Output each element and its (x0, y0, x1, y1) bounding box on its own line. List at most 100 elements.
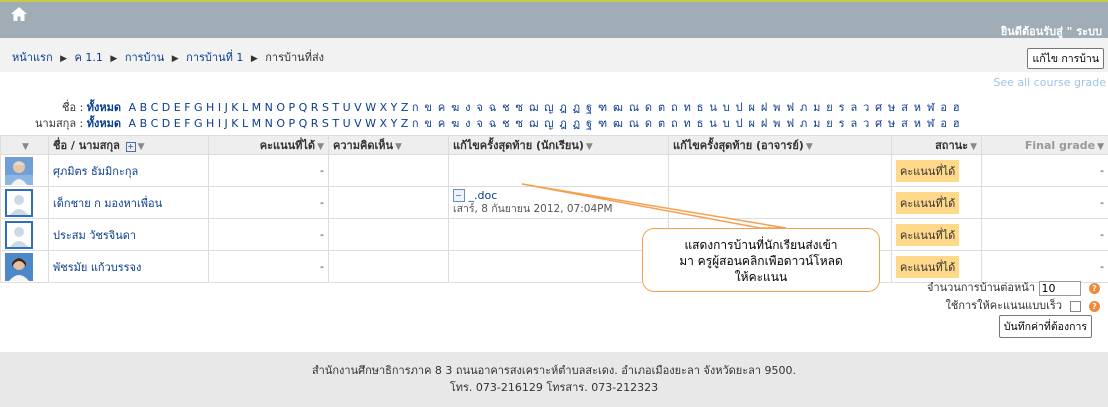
score-cell: - (208, 154, 329, 187)
final-grade-cell: - (981, 218, 1108, 251)
quick-grading-checkbox[interactable] (1069, 300, 1081, 312)
header-final-grade-label: Final grade (1024, 138, 1096, 152)
breadcrumb-current: การบ้านที่ส่ง (265, 51, 325, 64)
see-all-grades-link[interactable]: See all course grade (993, 76, 1106, 89)
first-name-thai-letters[interactable]: ก ข ค ฆ ง จ ฉ ช ซ ฌ ญ ฎ ฏ ฐ ฑ ฒ ณ ด ต ถ … (412, 101, 961, 114)
document-icon (453, 189, 465, 203)
student-modified-cell (448, 250, 669, 283)
avatar-cell (0, 186, 49, 219)
avatar[interactable] (5, 252, 33, 281)
teacher-modified-cell (668, 154, 892, 187)
home-icon[interactable] (10, 6, 28, 22)
last-name-latin-letters[interactable]: A B C D E F G H I J K L M N O P Q R S T … (129, 117, 409, 130)
grade-button[interactable]: คะแนนที่ได้ (896, 223, 960, 246)
table-row: ศุภมิตร ธัมมิกะกุล - คะแนนที่ได้ - (0, 154, 1108, 187)
footer: สำนักงานศึกษาธิการภาค 8 3 ถนนอาคารสงเครา… (0, 352, 1108, 407)
breadcrumb-separator: ▶ (250, 54, 258, 64)
header-student-modified[interactable]: แก้ไขครั้งสุดท้าย (นักเรียน) ▼ (448, 135, 669, 155)
help-icon[interactable]: ? (1089, 282, 1100, 294)
quick-grading-label: ใช้การให้คะแนนแบบเร็ว (945, 299, 1063, 312)
sort-arrow-icon: ▼ (970, 142, 977, 152)
quick-grading-option: ใช้การให้คะแนนแบบเร็ว ? (945, 296, 1100, 314)
header-status-label: สถานะ (935, 139, 969, 152)
save-preferences-button[interactable]: บันทึกค่าที่ต้องการ (998, 315, 1092, 338)
avatar[interactable] (5, 188, 33, 217)
avatar[interactable] (5, 220, 33, 249)
grade-button[interactable]: คะแนนที่ได้ (896, 159, 960, 182)
header-teacher-modified-label: แก้ไขครั้งสุดท้าย (อาจารย์) (673, 139, 804, 152)
breadcrumb-assignments[interactable]: การบ้าน (125, 51, 164, 64)
table-row: ประสม วัชรจินดา - คะแนนที่ได้ - (0, 218, 1108, 251)
table-row: เด็กชาย ก มองหาเพื่อน - _.doc เสาร์, 8 ก… (0, 186, 1108, 219)
breadcrumb-separator: ▶ (60, 54, 68, 64)
submissions-table: ▼ ชื่อ / นามสกุล + ▼ คะแนนที่ได้ ▼ ความคิด… (0, 135, 1108, 283)
header-score-label: คะแนนที่ได้ (259, 139, 316, 152)
sort-arrow-icon: ▼ (805, 142, 813, 152)
grade-button[interactable]: คะแนนที่ได้ (896, 191, 960, 214)
header-picture[interactable]: ▼ (0, 135, 49, 155)
sort-arrow-icon: ▼ (395, 142, 402, 152)
teacher-modified-cell (668, 186, 892, 219)
status-cell: คะแนนที่ได้ (891, 186, 982, 219)
breadcrumb: หน้าแรก ▶ ค 1.1 ▶ การบ้าน ▶ การบ้านที่ 1… (12, 48, 324, 66)
grade-button[interactable]: คะแนนที่ได้ (896, 255, 960, 278)
submitted-date: เสาร์, 8 กันยายน 2012, 07:04PM (453, 203, 613, 216)
breadcrumb-course[interactable]: ค 1.1 (75, 51, 103, 64)
header-comment[interactable]: ความคิดเห็น ▼ (328, 135, 449, 155)
avatar[interactable] (5, 156, 33, 185)
student-name-cell: พัชรมัย แก้วบรรจง (48, 250, 209, 283)
breadcrumb-assignment-1[interactable]: การบ้านที่ 1 (186, 51, 243, 64)
status-cell: คะแนนที่ได้ (891, 154, 982, 187)
score-cell: - (208, 186, 329, 219)
breadcrumb-separator: ▶ (171, 54, 179, 64)
first-name-all-link[interactable]: ทั้งหมด (87, 101, 121, 114)
per-page-input[interactable] (1038, 280, 1081, 296)
avatar-cell (0, 154, 49, 187)
student-name-link[interactable]: ประสม วัชรจินดา (53, 229, 136, 242)
breadcrumb-bar: หน้าแรก ▶ ค 1.1 ▶ การบ้าน ▶ การบ้านที่ 1… (0, 38, 1108, 72)
student-name-link[interactable]: พัชรมัย แก้วบรรจง (53, 261, 141, 274)
sort-arrow-icon: ▼ (137, 142, 145, 152)
header-score[interactable]: คะแนนที่ได้ ▼ (208, 135, 329, 155)
comment-cell (328, 250, 449, 283)
help-icon[interactable]: ? (1089, 300, 1100, 312)
header-name[interactable]: ชื่อ / นามสกุล + ▼ (48, 135, 209, 155)
table-header-row: ▼ ชื่อ / นามสกุล + ▼ คะแนนที่ได้ ▼ ความคิด… (0, 135, 1108, 155)
first-name-latin-letters[interactable]: A B C D E F G H I J K L M N O P Q R S T … (129, 101, 409, 114)
student-name-cell: เด็กชาย ก มองหาเพื่อน (48, 186, 209, 219)
last-name-all-link[interactable]: ทั้งหมด (87, 117, 121, 130)
submitted-file-link[interactable]: _.doc (469, 189, 498, 202)
breadcrumb-home[interactable]: หน้าแรก (12, 51, 53, 64)
score-cell: - (208, 250, 329, 283)
student-name-cell: ศุภมิตร ธัมมิกะกุล (48, 154, 209, 187)
sort-arrow-icon: ▼ (317, 142, 324, 152)
callout-line: ให้คะแนน (734, 270, 788, 284)
avatar-cell (0, 218, 49, 251)
header-status[interactable]: สถานะ ▼ (891, 135, 982, 155)
student-modified-cell (448, 218, 669, 251)
top-bar: ยินดีต้อนรับสู่ " ระบบ (0, 0, 1108, 38)
last-name-thai-letters[interactable]: ก ข ค ฆ ง จ ฉ ช ซ ฌ ญ ฎ ฏ ฐ ฑ ฒ ณ ด ต ถ … (412, 117, 961, 130)
student-name-link[interactable]: ศุภมิตร ธัมมิกะกุล (53, 165, 138, 178)
footer-address: สำนักงานศึกษาธิการภาค 8 3 ถนนอาคารสงเครา… (311, 364, 797, 377)
expand-icon[interactable]: + (125, 142, 136, 152)
header-final-grade[interactable]: Final grade ▼ (981, 135, 1108, 155)
student-name-cell: ประสม วัชรจินดา (48, 218, 209, 251)
final-grade-cell: - (981, 154, 1108, 187)
header-student-modified-label: แก้ไขครั้งสุดท้าย (นักเรียน) (453, 139, 584, 152)
final-grade-cell: - (981, 186, 1108, 219)
student-name-link[interactable]: เด็กชาย ก มองหาเพื่อน (53, 197, 162, 210)
header-teacher-modified[interactable]: แก้ไขครั้งสุดท้าย (อาจารย์) ▼ (668, 135, 892, 155)
header-name-label: ชื่อ / นามสกุล (53, 139, 120, 152)
per-page-option: จำนวนการบ้านต่อหน้า ? (927, 278, 1100, 296)
status-cell: คะแนนที่ได้ (891, 218, 982, 251)
last-name-filter-label: นามสกุล : (35, 117, 84, 130)
per-page-label: จำนวนการบ้านต่อหน้า (927, 281, 1035, 294)
header-comment-label: ความคิดเห็น (333, 139, 393, 152)
callout-line: มา ครูผู้สอนคลิกเพือดาวน์โหลด (679, 254, 843, 268)
student-modified-cell: _.doc เสาร์, 8 กันยายน 2012, 07:04PM (448, 186, 669, 219)
callout-line: แสดงการบ้านที่นักเรียนส่งเข้า (684, 238, 838, 252)
edit-assignment-button[interactable]: แก้ไข การบ้าน (1027, 48, 1104, 69)
comment-cell (328, 186, 449, 219)
sort-arrow-icon: ▼ (585, 142, 593, 152)
